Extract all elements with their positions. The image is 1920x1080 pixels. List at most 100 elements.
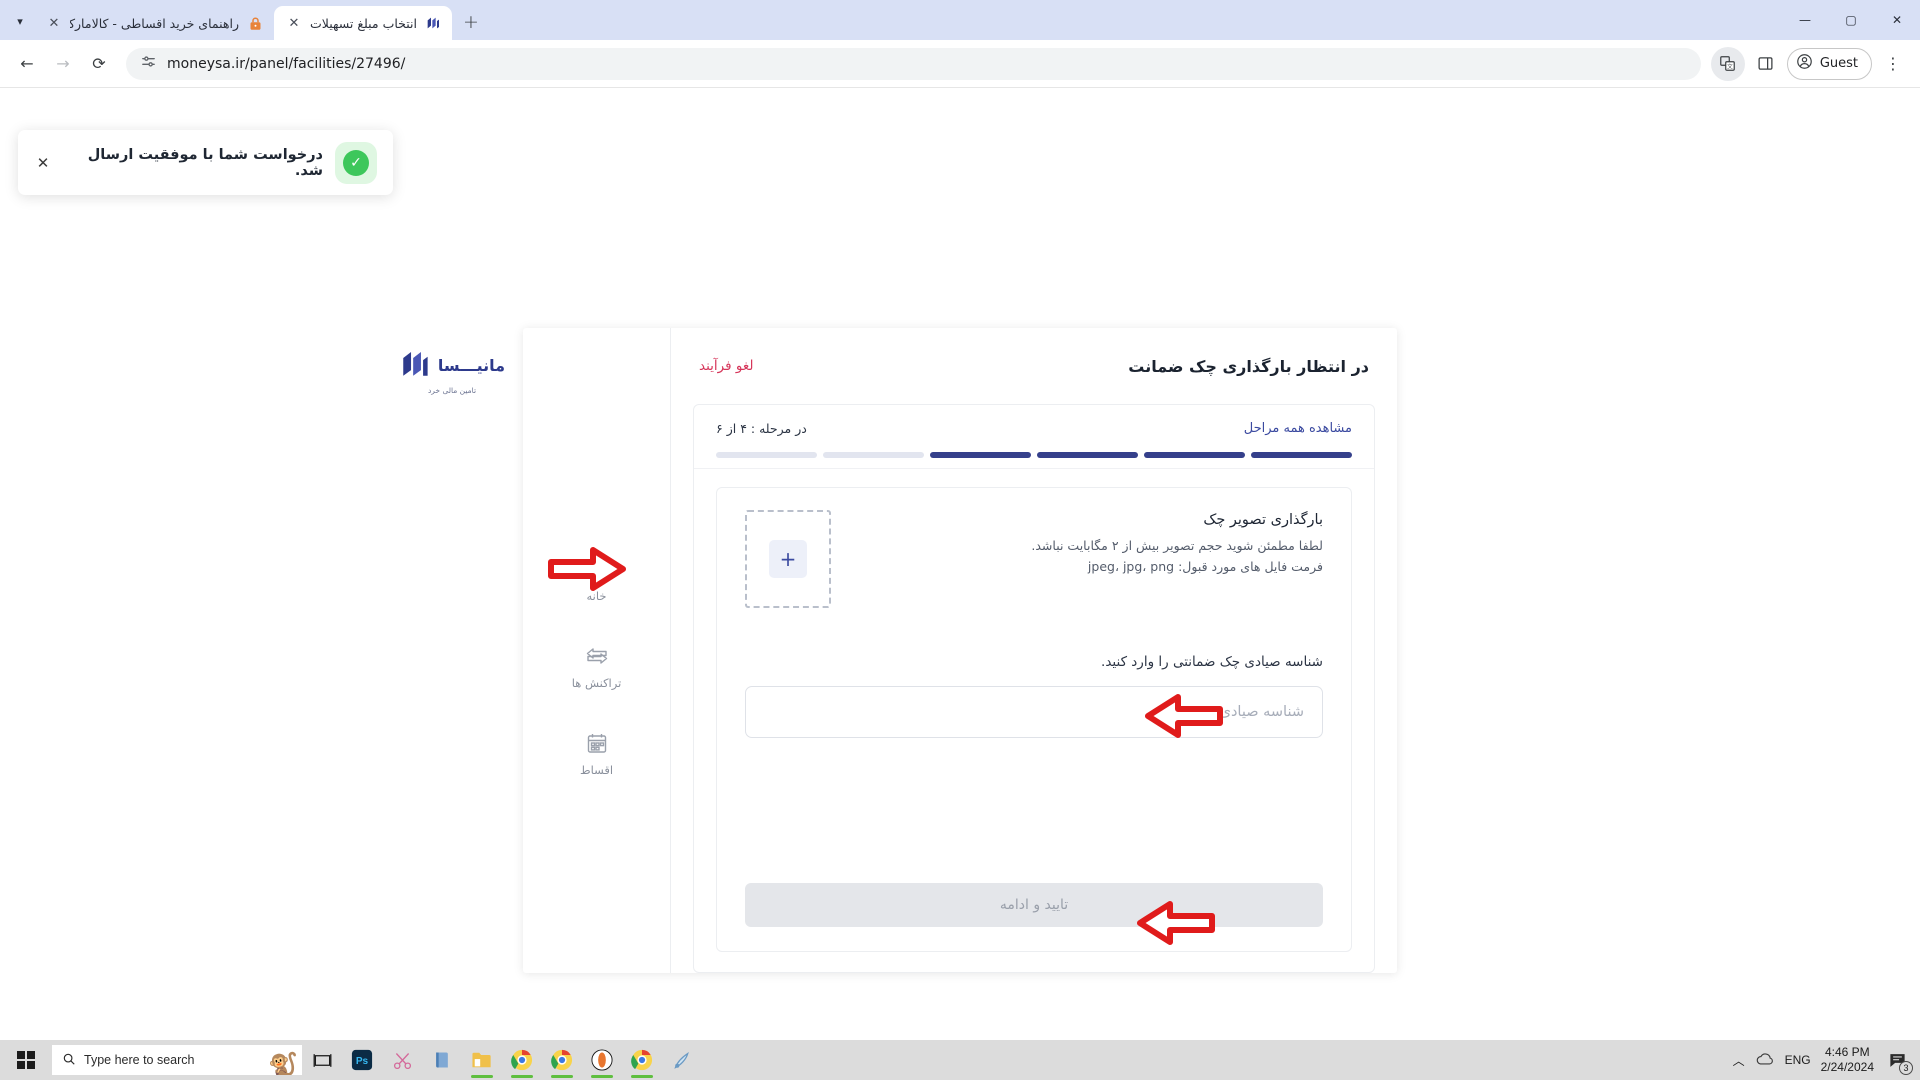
- moneysa-logo-icon: [399, 346, 433, 384]
- card-main: در انتظار بارگذاری چک ضمانت لغو فرآیند م…: [671, 328, 1397, 973]
- cloud-icon[interactable]: [1755, 1051, 1775, 1070]
- search-icon: [62, 1051, 76, 1070]
- arrow-to-submit-button: [1137, 900, 1215, 946]
- back-icon[interactable]: ←: [10, 47, 44, 81]
- clock-date: 2/24/2024: [1820, 1060, 1874, 1074]
- toolbar-actions: 文 Guest ⋮: [1710, 46, 1910, 81]
- reload-icon[interactable]: ⟳: [82, 47, 116, 81]
- address-bar[interactable]: moneysa.ir/panel/facilities/27496/: [126, 47, 1701, 80]
- windows-start-icon[interactable]: [2, 1040, 50, 1080]
- close-icon[interactable]: ✕: [286, 15, 302, 31]
- side-panel-icon[interactable]: [1749, 47, 1783, 81]
- maximize-button[interactable]: ▢: [1828, 0, 1874, 40]
- facility-card: در انتظار بارگذاری چک ضمانت لغو فرآیند م…: [403, 328, 1397, 973]
- progress-segment: [930, 452, 1031, 458]
- cancel-process-link[interactable]: لغو فرآیند: [699, 358, 753, 374]
- taskbar-chrome-3[interactable]: [622, 1040, 662, 1080]
- progress-segment: [823, 452, 924, 458]
- lock-orange-icon: [247, 15, 264, 32]
- tab-title: راهنمای خرید اقساطی - کالامارکت: [70, 15, 239, 31]
- tab-strip: ▾ راهنمای خرید اقساطی - کالامارکت ✕ انتخ…: [0, 0, 1920, 40]
- avatar: [1796, 53, 1813, 74]
- moneysa-logo-icon: [425, 15, 442, 32]
- monkey-image: 🐒: [268, 1051, 298, 1075]
- url-text: moneysa.ir/panel/facilities/27496/: [167, 55, 406, 72]
- close-window-button[interactable]: ✕: [1874, 0, 1920, 40]
- clock-time: 4:46 PM: [1824, 1045, 1870, 1059]
- browser-tab-2[interactable]: انتخاب مبلغ تسهیلات ✕: [274, 6, 452, 40]
- minimize-button[interactable]: —: [1782, 0, 1828, 40]
- progress-segment: [1251, 452, 1352, 458]
- view-all-steps-link[interactable]: مشاهده همه مراحل: [1244, 421, 1352, 436]
- toast-message: درخواست شما با موفقیت ارسال شد.: [87, 146, 323, 179]
- page-settings-icon[interactable]: [140, 53, 157, 74]
- window-controls: — ▢ ✕: [1782, 0, 1920, 40]
- progress-segments: [716, 452, 1352, 458]
- upload-title: بارگذاری تصویر چک: [1203, 512, 1323, 528]
- tray-expand-chevron-icon[interactable]: ︿: [1733, 1052, 1745, 1069]
- browser-menu-icon[interactable]: ⋮: [1876, 47, 1910, 81]
- taskbar-snipping-tool[interactable]: [382, 1040, 422, 1080]
- taskbar-chrome-2[interactable]: [542, 1040, 582, 1080]
- progress-segment: [716, 452, 817, 458]
- profile-button[interactable]: Guest: [1786, 47, 1872, 80]
- calendar-installments-icon: [584, 730, 610, 756]
- svg-text:Ps: Ps: [356, 1056, 369, 1067]
- clock[interactable]: 4:46 PM 2/24/2024: [1821, 1045, 1874, 1075]
- taskbar-task-view[interactable]: [302, 1040, 342, 1080]
- windows-taskbar: Type here to search 🐒 Ps ︿ ENG 4:46 PM 2…: [0, 1040, 1920, 1080]
- sidebar-item-label: اقساط: [579, 763, 614, 777]
- logo-wordmark: مانیـــسا: [437, 355, 506, 375]
- sidebar-item-installments[interactable]: اقساط: [580, 730, 613, 777]
- notification-count-badge: 3: [1899, 1061, 1913, 1075]
- sidebar-item-label: تراکنش ها: [571, 676, 622, 690]
- upload-size-note: لطفا مطمئن شوید حجم تصویر بیش از ۲ مگابا…: [1031, 538, 1323, 553]
- tab-search-chevron-icon[interactable]: ▾: [6, 4, 34, 38]
- notification-center-icon[interactable]: 3: [1884, 1047, 1913, 1075]
- taskbar-file-explorer[interactable]: [462, 1040, 502, 1080]
- taskbar-paint[interactable]: [662, 1040, 702, 1080]
- search-input[interactable]: Type here to search 🐒: [52, 1045, 302, 1075]
- steps-bar: مشاهده همه مراحل در مرحله : ۴ از ۶: [694, 405, 1374, 469]
- profile-label: Guest: [1819, 56, 1858, 71]
- add-plus-icon[interactable]: +: [769, 540, 807, 578]
- upload-row: بارگذاری تصویر چک لطفا مطمئن شوید حجم تص…: [745, 510, 1323, 608]
- taskbar-photoshop[interactable]: Ps: [342, 1040, 382, 1080]
- system-tray: ︿ ENG 4:46 PM 2/24/2024 3: [1733, 1045, 1918, 1075]
- transactions-arrows-icon: [584, 643, 610, 669]
- close-icon[interactable]: ✕: [46, 15, 62, 31]
- upload-formats-note: فرمت فایل های مورد قبول: jpeg، jpg، png: [1087, 559, 1323, 575]
- toast-close-icon[interactable]: ✕: [34, 154, 52, 172]
- taskbar-opera-browser[interactable]: [582, 1040, 622, 1080]
- translate-icon[interactable]: 文: [1710, 46, 1745, 81]
- new-tab-button[interactable]: +: [456, 7, 486, 37]
- side-nav-rail: خانه تراکنش ها اقساط: [523, 328, 671, 973]
- forward-icon[interactable]: →: [46, 47, 80, 81]
- submit-continue-button[interactable]: تایید و ادامه: [745, 883, 1323, 927]
- current-step-label: در مرحله : ۴ از ۶: [716, 421, 807, 436]
- steps-panel: مشاهده همه مراحل در مرحله : ۴ از ۶ بارگذ…: [693, 404, 1375, 973]
- browser-window: ▾ راهنمای خرید اقساطی - کالامارکت ✕ انتخ…: [0, 0, 1920, 1040]
- sayadi-input[interactable]: [745, 686, 1323, 738]
- moneysa-logo: مانیـــسا تامین مالی خرد: [397, 346, 507, 395]
- card-header: در انتظار بارگذاری چک ضمانت لغو فرآیند: [671, 328, 1397, 404]
- upload-form-area: بارگذاری تصویر چک لطفا مطمئن شوید حجم تص…: [716, 487, 1352, 952]
- taskbar-chrome-1[interactable]: [502, 1040, 542, 1080]
- language-indicator[interactable]: ENG: [1785, 1053, 1811, 1067]
- upload-instructions: بارگذاری تصویر چک لطفا مطمئن شوید حجم تص…: [851, 510, 1323, 578]
- browser-toolbar: ← → ⟳ moneysa.ir/panel/facilities/27496/…: [0, 40, 1920, 88]
- progress-segment: [1144, 452, 1245, 458]
- check-image-dropzone[interactable]: +: [745, 510, 831, 608]
- success-toast: ✕ درخواست شما با موفقیت ارسال شد. ✓: [18, 130, 393, 195]
- page-content: ✕ درخواست شما با موفقیت ارسال شد. ✓ در ا…: [0, 88, 1920, 1040]
- logo-tagline: تامین مالی خرد: [427, 386, 477, 395]
- page-title: در انتظار بارگذاری چک ضمانت: [1128, 356, 1369, 376]
- tab-title: انتخاب مبلغ تسهیلات: [310, 15, 417, 31]
- sayadi-field-label: شناسه صیادی چک ضمانتی را وارد کنید.: [1101, 654, 1323, 670]
- taskbar-notebook-app[interactable]: [422, 1040, 462, 1080]
- sidebar-item-transactions[interactable]: تراکنش ها: [571, 643, 622, 690]
- progress-segment: [1037, 452, 1138, 458]
- arrow-to-sayadi-input: [1145, 693, 1223, 739]
- browser-tab-1[interactable]: راهنمای خرید اقساطی - کالامارکت ✕: [34, 6, 274, 40]
- search-placeholder: Type here to search: [84, 1053, 195, 1067]
